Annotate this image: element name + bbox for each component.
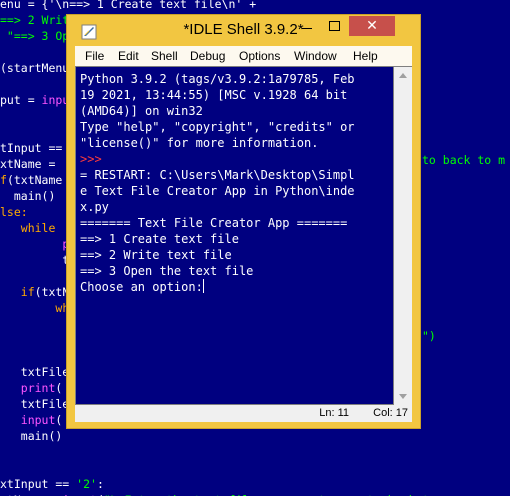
menu-edit[interactable]: Edit	[118, 49, 139, 63]
menu-file[interactable]: File	[85, 49, 104, 63]
code-line: txtFile	[0, 365, 70, 379]
shell-line: x.py	[80, 200, 109, 214]
shell-line: (AMD64)] on win32	[80, 104, 203, 118]
text-cursor	[202, 279, 204, 293]
shell-line: ==> 3 Open the text file	[80, 264, 254, 278]
scroll-down-arrow-icon[interactable]	[399, 394, 407, 399]
input-prompt-text: Choose an option:	[80, 280, 203, 294]
menu-options[interactable]: Options	[239, 49, 280, 63]
title-bar[interactable]: *IDLE Shell 3.9.2* ✕	[67, 15, 420, 47]
status-column-number: Col: 17	[373, 407, 408, 419]
shell-line: ==> 1 Create text file	[80, 232, 239, 246]
shell-client-area: Python 3.9.2 (tags/v3.9.2:1a79785, Feb 1…	[75, 66, 412, 422]
menu-debug[interactable]: Debug	[190, 49, 225, 63]
code-line: txtFile	[0, 397, 70, 411]
vertical-scrollbar[interactable]	[394, 66, 412, 405]
code-line-fragment: to back to m	[422, 153, 506, 167]
shell-line: ======= Text File Creator App =======	[80, 216, 348, 230]
scroll-up-arrow-icon[interactable]	[399, 73, 407, 78]
status-line-number: Ln: 11	[319, 407, 349, 419]
code-line: enu = {'\n==> 1 Create text file\n' +	[0, 0, 257, 11]
code-line: main()	[0, 189, 56, 203]
code-line: lse:	[0, 205, 28, 219]
shell-line: = RESTART: C:\Users\Mark\Desktop\Simpl	[80, 168, 355, 182]
code-line: tInput ==	[0, 141, 63, 155]
code-line: main()	[0, 429, 63, 443]
status-bar: Ln: 11 Col: 17	[75, 405, 412, 422]
code-line: xtName = input("\nEnter the text file na…	[0, 492, 436, 496]
code-line: while	[20, 221, 56, 235]
code-line: input(	[20, 413, 63, 427]
code-line-fragment: ")	[422, 329, 436, 343]
code-line: whi	[0, 300, 76, 316]
code-line: xtInput == '2':	[0, 477, 104, 491]
maximize-button[interactable]	[321, 16, 348, 36]
code-line: xtName =	[0, 157, 63, 171]
code-line: print(	[20, 381, 63, 395]
shell-line: Type "help", "copyright", "credits" or	[80, 120, 355, 134]
shell-line: 19 2021, 13:44:55) [MSC v.1928 64 bit	[80, 88, 348, 102]
shell-line: e Text File Creator App in Python\inde	[80, 184, 355, 198]
shell-text-area[interactable]: Python 3.9.2 (tags/v3.9.2:1a79785, Feb 1…	[75, 66, 394, 405]
code-line: "==> 3 Op	[0, 29, 70, 43]
close-button[interactable]: ✕	[349, 16, 395, 36]
shell-line: ==> 2 Write text file	[80, 248, 232, 262]
minimize-button[interactable]	[293, 16, 321, 36]
menu-help[interactable]: Help	[353, 49, 378, 63]
code-line: pr	[0, 236, 76, 252]
shell-line: Python 3.9.2 (tags/v3.9.2:1a79785, Feb	[80, 72, 355, 86]
menu-shell[interactable]: Shell	[151, 49, 178, 63]
idle-shell-window: *IDLE Shell 3.9.2* ✕ File Edit Shell Deb…	[66, 14, 421, 429]
menu-bar: File Edit Shell Debug Options Window Hel…	[75, 46, 412, 66]
code-line: if(txtN	[20, 285, 70, 299]
menu-window[interactable]: Window	[294, 49, 337, 63]
shell-prompt: >>>	[80, 152, 102, 166]
code-line: tx	[0, 253, 77, 267]
input-line[interactable]: Choose an option:	[80, 279, 393, 295]
code-line: f(txtName	[0, 173, 63, 187]
code-line: put = inpu	[0, 93, 70, 107]
code-line: (startMenu	[0, 61, 70, 75]
shell-line: "license()" for more information.	[80, 136, 319, 150]
